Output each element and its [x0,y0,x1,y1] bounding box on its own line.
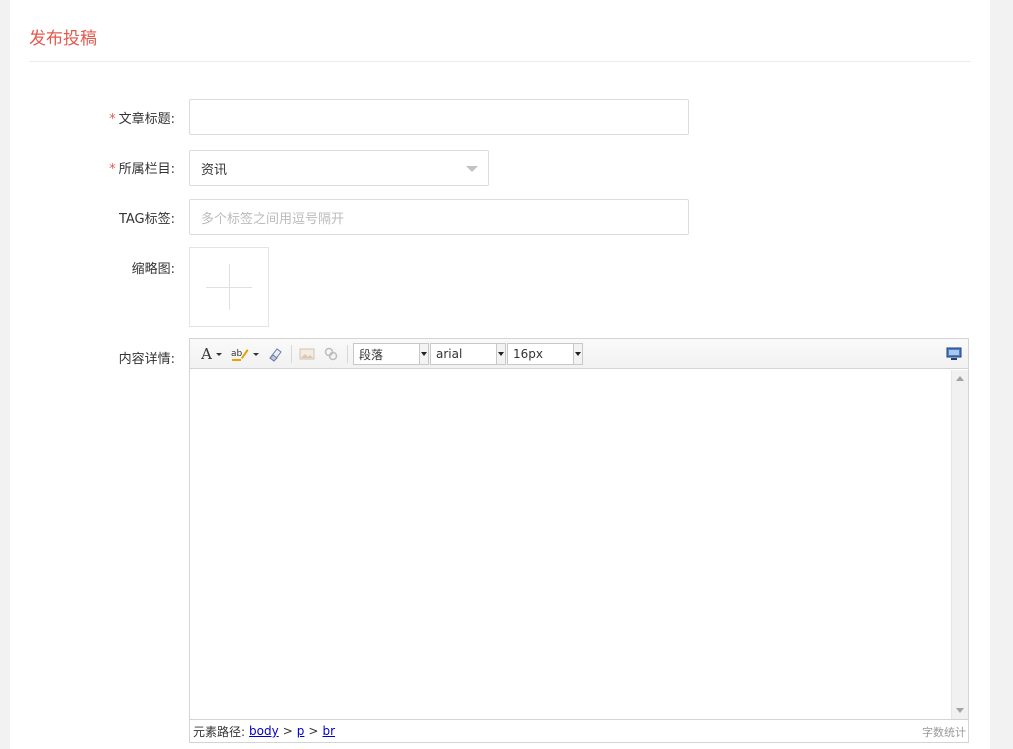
insert-link-button[interactable] [320,344,342,364]
content-label: 内容详情: [118,352,175,367]
font-color-button[interactable]: A [198,344,226,364]
editor-statusbar: 元素路径: body > p > br 字数统计 [190,719,968,742]
tag-input[interactable]: 多个标签之间用逗号隔开 [189,199,689,235]
tag-label: TAG标签: [118,212,175,227]
font-size-select[interactable]: 16px [507,343,583,365]
category-select[interactable]: 资讯 [189,150,489,186]
monitor-icon [946,347,962,360]
dropdown-arrow-icon [215,353,222,356]
publish-panel: 发布投稿 * 文章标题: * 所属栏目: 资讯 TAG标签: 多个标签之间用逗号隔开… [10,0,990,749]
eraser-icon [269,348,282,362]
category-label: * 所属栏目: [109,162,175,177]
path-separator: > [308,724,319,738]
editor-toolbar: A ab 段落 arial 16px [190,339,968,369]
font-family-select[interactable]: arial [430,343,506,365]
path-br-link[interactable]: br [322,724,335,738]
editor-scrollbar[interactable] [951,370,968,719]
image-icon [299,348,315,360]
rich-text-editor: A ab 段落 arial 16px 元素路径: body > p > br 字… [189,338,969,743]
scroll-up-icon[interactable] [956,376,964,381]
chevron-down-icon [466,166,478,172]
highlight-color-button[interactable]: ab [230,344,260,364]
editor-content[interactable] [190,370,952,719]
title-input[interactable] [189,99,689,135]
toolbar-separator [291,345,292,363]
dropdown-arrow-icon [252,353,259,356]
link-icon [324,347,338,361]
thumbnail-label: 缩略图: [131,262,175,277]
required-mark: * [109,112,116,127]
fullscreen-button[interactable] [943,344,965,364]
highlighter-icon: ab [231,349,248,361]
chevron-down-icon [496,344,505,364]
category-value: 资讯 [201,162,228,178]
chevron-down-icon [419,344,428,364]
thumbnail-upload[interactable] [189,247,269,327]
font-color-icon: A [201,345,212,363]
toolbar-separator [347,345,348,363]
word-count: 字数统计 [922,726,966,739]
chevron-down-icon [573,344,582,364]
scroll-down-icon[interactable] [956,708,964,713]
element-path-label: 元素路径: [193,724,246,739]
path-p-link[interactable]: p [297,724,305,738]
path-separator: > [282,724,293,738]
clear-format-button[interactable] [264,344,286,364]
title-label: * 文章标题: [109,112,175,127]
svg-text:ab: ab [231,349,243,359]
path-body-link[interactable]: body [249,724,279,738]
paragraph-select[interactable]: 段落 [353,343,429,365]
page-title: 发布投稿 [29,29,97,49]
required-mark: * [109,162,116,177]
title-divider [29,61,971,62]
insert-image-button[interactable] [296,344,318,364]
